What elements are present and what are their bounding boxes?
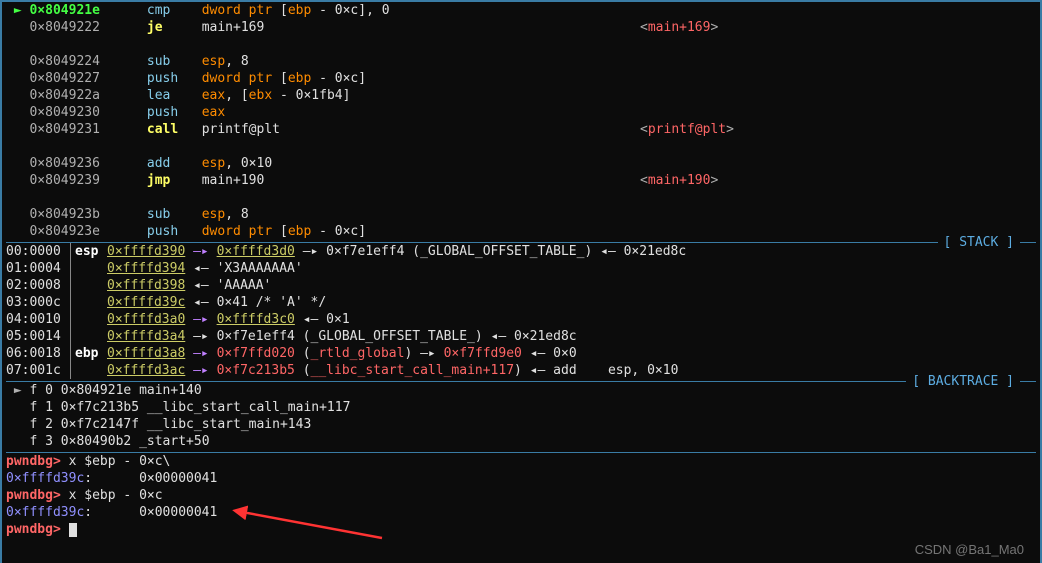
- disasm-line: 0×8049231 call printf@plt <printf@plt>: [6, 121, 1036, 138]
- stack-row: 00:0000esp0×ffffd390 —▸ 0×ffffd3d0 —▸ 0×…: [6, 243, 1036, 260]
- output-line[interactable]: 0×ffffd39c: 0×00000041: [6, 470, 1036, 487]
- disasm-line: 0×804922a lea eax, [ebx - 0×1fb4]: [6, 87, 1036, 104]
- disasm-line: 0×8049236 add esp, 0×10: [6, 155, 1036, 172]
- disasm-line: ► 0×804921e cmp dword ptr [ebp - 0×c], 0: [6, 2, 1036, 19]
- prompt-line[interactable]: pwndbg> x $ebp - 0×c: [6, 487, 1036, 504]
- stack-pane: 00:0000esp0×ffffd390 —▸ 0×ffffd3d0 —▸ 0×…: [6, 243, 1036, 379]
- stack-row: 01:00040×ffffd394 ◂— 'X3AAAAAAA': [6, 260, 1036, 277]
- watermark: CSDN @Ba1_Ma0: [915, 541, 1024, 559]
- disasm-line: 0×8049227 push dword ptr [ebp - 0×c]: [6, 70, 1036, 87]
- disassembly-pane: ► 0×804921e cmp dword ptr [ebp - 0×c], 0…: [6, 2, 1036, 240]
- backtrace-row: f 1 0×f7c213b5 __libc_start_call_main+11…: [6, 399, 1036, 416]
- backtrace-section-label: [ BACKTRACE ]: [906, 373, 1020, 391]
- backtrace-row: ► f 0 0×804921e main+140: [6, 382, 1036, 399]
- backtrace-pane: ► f 0 0×804921e main+140 f 1 0×f7c213b5 …: [6, 382, 1036, 450]
- disasm-line: 0×8049230 push eax: [6, 104, 1036, 121]
- backtrace-row: f 3 0×80490b2 _start+50: [6, 433, 1036, 450]
- disasm-line: 0×804923b sub esp, 8: [6, 206, 1036, 223]
- disasm-line: 0×804923e push dword ptr [ebp - 0×c]: [6, 223, 1036, 240]
- stack-section-label: [ STACK ]: [938, 234, 1020, 252]
- stack-divider: [ STACK ]: [6, 242, 1036, 243]
- disasm-line: 0×8049239 jmp main+190 <main+190>: [6, 172, 1036, 189]
- stack-row: 04:00100×ffffd3a0 —▸ 0×ffffd3c0 ◂— 0×1: [6, 311, 1036, 328]
- output-line[interactable]: 0×ffffd39c: 0×00000041: [6, 504, 1036, 521]
- cursor: [69, 523, 77, 537]
- stack-row: 02:00080×ffffd398 ◂— 'AAAAA': [6, 277, 1036, 294]
- disasm-line: 0×8049224 sub esp, 8: [6, 53, 1036, 70]
- backtrace-divider: [ BACKTRACE ]: [6, 381, 1036, 382]
- command-pane[interactable]: pwndbg> x $ebp - 0×c\0×ffffd39c: 0×00000…: [6, 453, 1036, 538]
- stack-row: 05:00140×ffffd3a4 —▸ 0×f7e1eff4 (_GLOBAL…: [6, 328, 1036, 345]
- disasm-line: 0×8049222 je main+169 <main+169>: [6, 19, 1036, 36]
- prompt-line[interactable]: pwndbg> x $ebp - 0×c\: [6, 453, 1036, 470]
- terminal[interactable]: ► 0×804921e cmp dword ptr [ebp - 0×c], 0…: [0, 0, 1042, 563]
- stack-row: 07:001c0×ffffd3ac —▸ 0×f7c213b5 (__libc_…: [6, 362, 1036, 379]
- cmd-divider: [6, 452, 1036, 453]
- stack-row: 03:000c0×ffffd39c ◂— 0×41 /* 'A' */: [6, 294, 1036, 311]
- prompt-line[interactable]: pwndbg>: [6, 521, 1036, 538]
- stack-row: 06:0018ebp0×ffffd3a8 —▸ 0×f7ffd020 (_rtl…: [6, 345, 1036, 362]
- backtrace-row: f 2 0×f7c2147f __libc_start_main+143: [6, 416, 1036, 433]
